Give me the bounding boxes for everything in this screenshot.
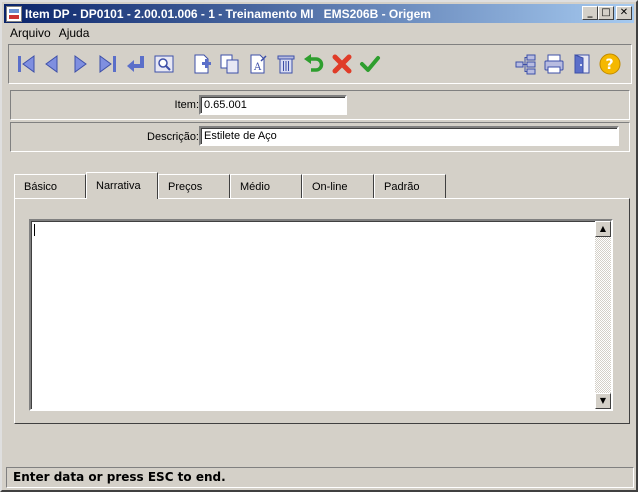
tab-panel-narrativa: ▲ ▼: [14, 198, 630, 424]
last-record-button[interactable]: [97, 53, 119, 75]
delete-icon: [277, 55, 295, 74]
tab-online[interactable]: On-line: [302, 174, 374, 198]
scroll-down-button[interactable]: ▼: [595, 393, 611, 409]
save-icon: [360, 56, 380, 72]
toolbar: A ?: [8, 44, 632, 84]
tab-narrativa[interactable]: Narrativa: [86, 172, 158, 199]
scroll-up-button[interactable]: ▲: [595, 221, 611, 237]
print-icon: [544, 54, 564, 74]
undo-icon: [304, 54, 324, 72]
tree-button[interactable]: [515, 53, 537, 75]
prev-icon: [45, 55, 58, 73]
exit-icon: [574, 54, 590, 74]
exit-button[interactable]: [571, 53, 593, 75]
description-panel: Descrição: Estilete de Aço: [10, 122, 630, 152]
maximize-button[interactable]: □: [598, 6, 614, 20]
undo-button[interactable]: [303, 53, 325, 75]
menu-bar: Arquivo Ajuda: [6, 24, 93, 42]
window-title: Item DP - DP0101 - 2.00.01.006 - 1 - Tre…: [25, 6, 431, 21]
next-icon: [74, 55, 87, 73]
menu-arquivo[interactable]: Arquivo: [6, 26, 55, 40]
description-field[interactable]: Estilete de Aço: [199, 126, 619, 146]
delete-button[interactable]: [275, 53, 297, 75]
save-button[interactable]: [359, 53, 381, 75]
scroll-up-icon: ▲: [599, 224, 607, 233]
title-bar[interactable]: Item DP - DP0101 - 2.00.01.006 - 1 - Tre…: [4, 4, 634, 23]
cancel-button[interactable]: [331, 53, 353, 75]
goto-icon: [127, 56, 144, 72]
tab-precos[interactable]: Preços: [158, 174, 230, 198]
new-icon: [194, 54, 211, 74]
first-icon: [18, 55, 35, 73]
svg-text:?: ?: [606, 57, 614, 73]
item-label: Item:: [174, 99, 199, 111]
copy-button[interactable]: [219, 53, 241, 75]
text-caret: [34, 224, 35, 236]
goto-button[interactable]: [125, 53, 147, 75]
item-panel: Item: 0.65.001: [10, 90, 630, 120]
svg-text:A: A: [253, 62, 262, 73]
copy-icon: [220, 54, 239, 74]
scroll-down-icon: ▼: [599, 396, 607, 405]
search-button[interactable]: [153, 53, 175, 75]
new-button[interactable]: [191, 53, 213, 75]
first-record-button[interactable]: [15, 53, 37, 75]
item-field[interactable]: 0.65.001: [199, 95, 347, 115]
edit-button[interactable]: A: [247, 53, 269, 75]
description-label: Descrição:: [147, 131, 199, 143]
tab-medio[interactable]: Médio: [230, 174, 302, 198]
help-icon: ?: [599, 53, 621, 75]
app-icon: [6, 5, 22, 22]
minimize-icon: _: [587, 7, 593, 18]
application-window: Item DP - DP0101 - 2.00.01.006 - 1 - Tre…: [0, 0, 638, 492]
tree-icon: [515, 54, 536, 75]
tab-basico[interactable]: Básico: [14, 174, 86, 198]
next-record-button[interactable]: [69, 53, 91, 75]
status-bar: Enter data or press ESC to end.: [6, 467, 634, 488]
minimize-button[interactable]: _: [582, 6, 598, 20]
tab-padrao[interactable]: Padrão: [374, 174, 446, 198]
narrative-editor[interactable]: ▲ ▼: [29, 219, 613, 411]
print-button[interactable]: [543, 53, 565, 75]
close-button[interactable]: ✕: [616, 6, 632, 20]
edit-icon: A: [250, 54, 267, 74]
close-icon: ✕: [619, 7, 629, 18]
cancel-icon: [332, 54, 352, 74]
help-button[interactable]: ?: [599, 53, 621, 75]
search-icon: [154, 55, 174, 73]
menu-ajuda[interactable]: Ajuda: [55, 26, 94, 40]
vertical-scrollbar[interactable]: ▲ ▼: [595, 221, 611, 409]
previous-record-button[interactable]: [41, 53, 63, 75]
last-icon: [99, 55, 116, 73]
maximize-icon: □: [601, 7, 611, 18]
